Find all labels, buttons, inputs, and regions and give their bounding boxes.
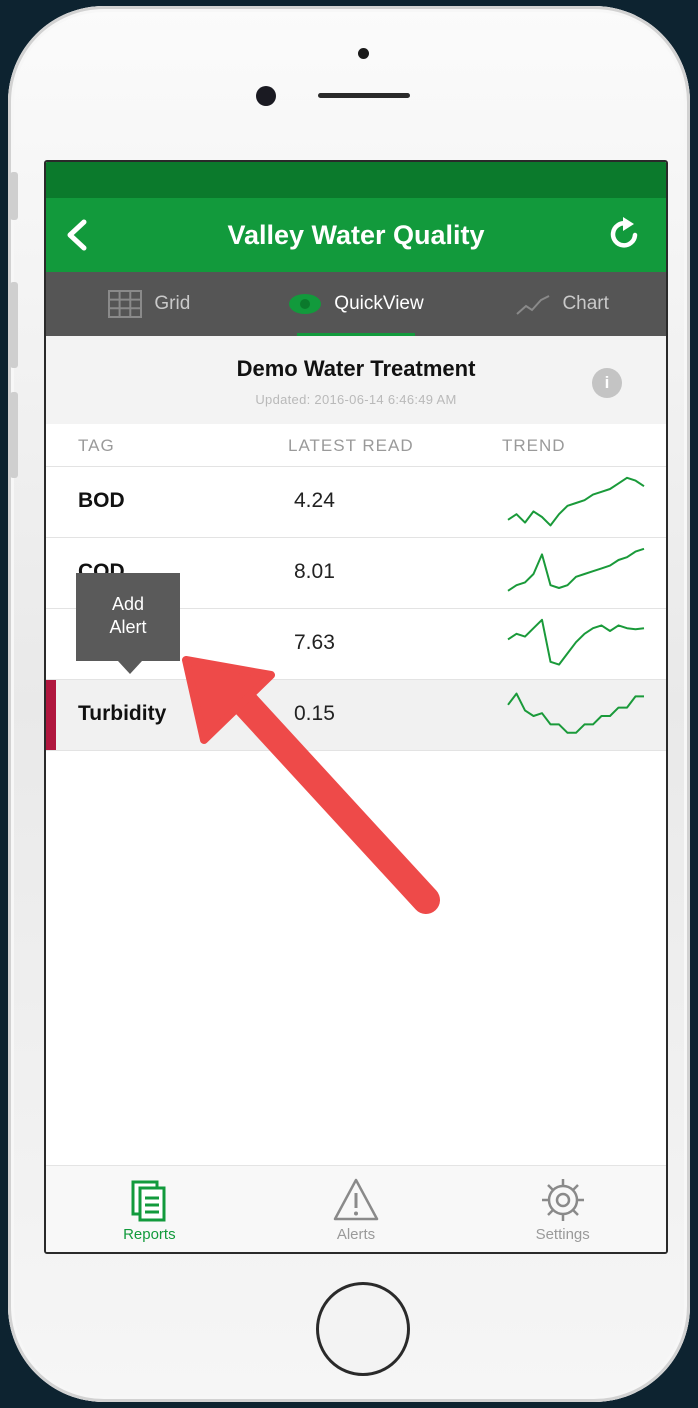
tabbar-settings[interactable]: Settings [459, 1166, 666, 1252]
view-tabs: Grid QuickView Chart [46, 272, 666, 336]
volume-up-button [10, 282, 18, 368]
trend-line [507, 547, 645, 592]
row-latest-read: 4.24 [294, 489, 335, 512]
tabbar-alerts-label: Alerts [336, 1226, 376, 1243]
column-tag: TAG [78, 436, 115, 455]
report-title: Demo Water Treatment [236, 356, 476, 381]
earpiece-speaker [318, 93, 410, 98]
tab-chart-label: Chart [562, 293, 609, 314]
app-screen: Valley Water Quality Grid QuickView Char… [44, 160, 668, 1254]
trend-line [507, 692, 644, 734]
report-header: Demo Water Treatment Updated: 2016-06-14… [46, 336, 666, 424]
trend-sparkline [507, 547, 645, 592]
tooltip-line-1: Add [111, 594, 145, 614]
tab-grid-label: Grid [154, 293, 191, 314]
page-title: Valley Water Quality [227, 220, 485, 250]
table-row[interactable]: BOD 4.24 [46, 467, 666, 538]
trend-line [507, 476, 645, 527]
reports-icon [131, 1180, 166, 1222]
nav-bar: Valley Water Quality [46, 198, 666, 272]
column-trend: TREND [502, 436, 566, 455]
info-icon[interactable]: i [592, 368, 622, 398]
tabbar-reports[interactable]: Reports [46, 1166, 253, 1252]
tab-quickview[interactable]: QuickView [253, 272, 460, 336]
row-tag: BOD [78, 489, 125, 512]
tab-quickview-label: QuickView [334, 293, 424, 314]
updated-timestamp: Updated: 2016-06-14 6:46:49 AM [255, 392, 457, 407]
trend-sparkline [507, 692, 644, 734]
proximity-sensor [358, 48, 369, 59]
row-latest-read: 8.01 [294, 560, 335, 583]
row-tag: Turbidity [78, 702, 167, 725]
add-alert-tooltip[interactable]: Add Alert [76, 573, 180, 674]
line-chart-icon [516, 295, 550, 315]
mute-switch [10, 172, 18, 220]
tabbar-reports-label: Reports [123, 1226, 176, 1243]
tab-chart[interactable]: Chart [459, 272, 666, 336]
volume-down-button [10, 392, 18, 478]
column-headers: TAG LATEST READ TREND [46, 424, 666, 467]
eye-icon [289, 294, 322, 314]
bottom-tab-bar: Reports Alerts Settings [46, 1165, 666, 1252]
tooltip-line-2: Alert [109, 617, 147, 637]
front-camera [256, 86, 276, 106]
tabbar-alerts[interactable]: Alerts [253, 1166, 460, 1252]
tabbar-settings-label: Settings [535, 1226, 590, 1243]
gear-icon [541, 1179, 584, 1221]
trend-sparkline [507, 618, 645, 666]
status-bar [46, 162, 666, 198]
refresh-icon[interactable] [606, 216, 642, 252]
trend-sparkline [507, 476, 645, 527]
column-latest-read: LATEST READ [288, 436, 414, 455]
home-button[interactable] [316, 1282, 410, 1376]
annotation-arrow [182, 656, 440, 914]
trend-line [507, 618, 645, 666]
alert-triangle-icon [333, 1178, 379, 1221]
tab-grid[interactable]: Grid [46, 272, 253, 336]
grid-icon [108, 290, 143, 318]
